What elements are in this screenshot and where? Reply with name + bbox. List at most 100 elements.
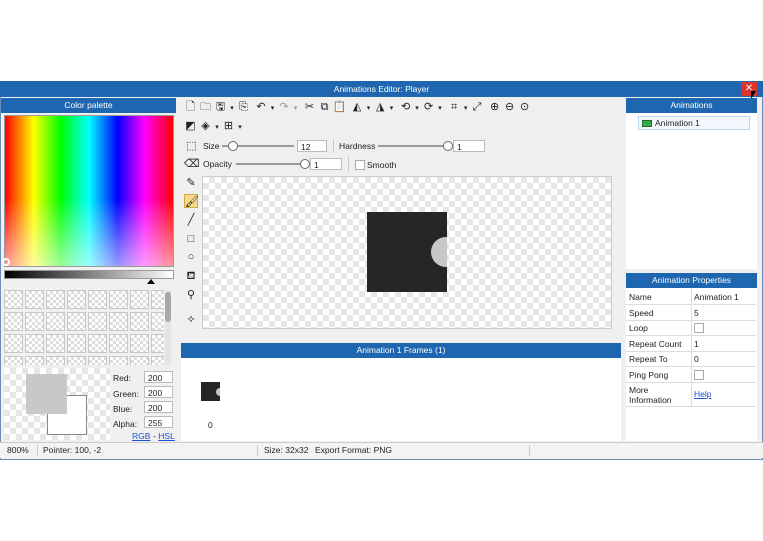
swatch[interactable] <box>88 312 107 331</box>
frame-thumbnail[interactable] <box>201 382 220 401</box>
export-icon[interactable]: ⎘ <box>236 100 251 114</box>
flip-vertical-dropdown-icon[interactable]: ▾ <box>388 102 396 116</box>
swatch[interactable] <box>25 290 44 309</box>
move-tool-icon[interactable]: ✧ <box>184 313 198 327</box>
redo-icon[interactable]: ↷ <box>277 100 292 114</box>
alpha-field[interactable]: 255 <box>144 416 173 428</box>
swatch[interactable] <box>25 356 44 365</box>
crop-icon[interactable]: ⌗ <box>447 100 462 114</box>
zoom-in-icon[interactable]: ⊕ <box>487 100 502 114</box>
swatch[interactable] <box>130 356 149 365</box>
swatch[interactable] <box>88 334 107 353</box>
primary-color-swatch[interactable] <box>26 374 67 414</box>
swatch[interactable] <box>109 334 128 353</box>
ellipse-tool-icon[interactable]: ○ <box>184 250 198 264</box>
brightness-marker-icon[interactable] <box>147 279 155 284</box>
rectangle-tool-icon[interactable]: □ <box>184 232 198 246</box>
swatch[interactable] <box>4 334 23 353</box>
red-field[interactable]: 200 <box>144 371 173 383</box>
swatch[interactable] <box>4 312 23 331</box>
crop-dropdown-icon[interactable]: ▾ <box>462 102 470 116</box>
swatch[interactable] <box>67 290 86 309</box>
swatch[interactable] <box>88 290 107 309</box>
zoom-reset-icon[interactable]: ⊙ <box>517 100 532 114</box>
undo-icon[interactable]: ↶ <box>254 100 269 114</box>
prop-repeat-to-value[interactable]: 0 <box>694 354 699 364</box>
open-folder-icon[interactable]: 🗀 <box>198 100 213 114</box>
selection-icon[interactable]: ⬚ <box>184 139 199 153</box>
swatch[interactable] <box>151 312 164 331</box>
blue-field[interactable]: 200 <box>144 401 173 413</box>
swatch[interactable] <box>46 312 65 331</box>
swatch-scrollbar-thumb[interactable] <box>165 292 171 322</box>
swatch[interactable] <box>67 312 86 331</box>
hardness-slider-track[interactable] <box>378 145 450 147</box>
rotate-left-icon[interactable]: ⟲ <box>398 100 413 114</box>
fill-mode-icon[interactable]: ◩ <box>183 119 198 133</box>
green-field[interactable]: 200 <box>144 386 173 398</box>
swatch[interactable] <box>46 356 65 365</box>
swatch[interactable] <box>151 334 164 353</box>
swatch[interactable] <box>46 334 65 353</box>
opacity-slider-knob[interactable] <box>300 159 310 169</box>
eyedropper-tool-icon[interactable]: ⚲ <box>184 288 198 302</box>
animation-list-item[interactable]: Animation 1 <box>638 116 750 130</box>
rgb-mode-link[interactable]: RGB <box>132 431 150 441</box>
new-file-icon[interactable]: 🗋 <box>183 100 198 114</box>
swatch[interactable] <box>151 356 164 365</box>
zoom-out-icon[interactable]: ⊖ <box>502 100 517 114</box>
swatch[interactable] <box>88 356 107 365</box>
ping-pong-checkbox[interactable] <box>694 370 704 380</box>
swatch[interactable] <box>109 290 128 309</box>
spectrum-picker-handle[interactable] <box>2 258 10 266</box>
hsl-mode-link[interactable]: HSL <box>158 431 175 441</box>
swatch[interactable] <box>130 290 149 309</box>
swatch[interactable] <box>130 312 149 331</box>
pencil-tool-icon[interactable]: ✎ <box>184 176 198 190</box>
swatch[interactable] <box>4 356 23 365</box>
swatch[interactable] <box>109 312 128 331</box>
line-tool-icon[interactable]: ╱ <box>184 213 198 227</box>
brightness-bar[interactable] <box>4 270 174 279</box>
fill-bucket-tool-icon[interactable]: ⛾ <box>184 269 198 283</box>
flip-horizontal-icon[interactable]: ◭ <box>350 100 365 114</box>
undo-dropdown-icon[interactable]: ▾ <box>269 102 277 116</box>
rotate-right-dropdown-icon[interactable]: ▾ <box>436 102 444 116</box>
layers-icon[interactable]: ◈ <box>198 119 213 133</box>
eraser-icon[interactable]: ⌫ <box>184 157 200 171</box>
grid-dropdown-icon[interactable]: ▾ <box>236 121 244 135</box>
resize-icon[interactable]: ⤢ <box>470 100 485 114</box>
swatch[interactable] <box>25 312 44 331</box>
cut-icon[interactable]: ✂ <box>302 100 317 114</box>
swatch[interactable] <box>130 334 149 353</box>
layers-dropdown-icon[interactable]: ▾ <box>213 121 221 135</box>
smooth-checkbox[interactable] <box>355 160 365 170</box>
save-icon[interactable]: 🖫 <box>213 100 228 114</box>
prop-speed-value[interactable]: 5 <box>694 308 699 318</box>
size-field[interactable]: 12 <box>297 140 327 152</box>
opacity-slider-track[interactable] <box>236 163 306 165</box>
opacity-field[interactable]: 1 <box>310 158 342 170</box>
prop-repeat-count-value[interactable]: 1 <box>694 339 699 349</box>
flip-vertical-icon[interactable]: ◮ <box>373 100 388 114</box>
hardness-slider-knob[interactable] <box>443 141 453 151</box>
grid-icon[interactable]: ⊞ <box>221 119 236 133</box>
swatch[interactable] <box>25 334 44 353</box>
color-spectrum[interactable] <box>4 115 174 267</box>
swatch[interactable] <box>46 290 65 309</box>
brush-tool-icon[interactable]: 🖌 <box>184 194 199 208</box>
swatch[interactable] <box>4 290 23 309</box>
rotate-left-dropdown-icon[interactable]: ▾ <box>413 102 421 116</box>
flip-horizontal-dropdown-icon[interactable]: ▾ <box>365 102 373 116</box>
swatch[interactable] <box>67 334 86 353</box>
save-dropdown-icon[interactable]: ▾ <box>228 102 236 116</box>
paste-icon[interactable]: 📋 <box>332 100 347 114</box>
help-link[interactable]: Help <box>694 389 711 399</box>
loop-checkbox[interactable] <box>694 323 704 333</box>
redo-dropdown-icon[interactable]: ▾ <box>292 102 300 116</box>
swatch[interactable] <box>109 356 128 365</box>
rotate-right-icon[interactable]: ⟳ <box>421 100 436 114</box>
copy-icon[interactable]: ⧉ <box>317 100 332 114</box>
prop-name-value[interactable]: Animation 1 <box>694 292 739 302</box>
hardness-field[interactable]: 1 <box>453 140 485 152</box>
